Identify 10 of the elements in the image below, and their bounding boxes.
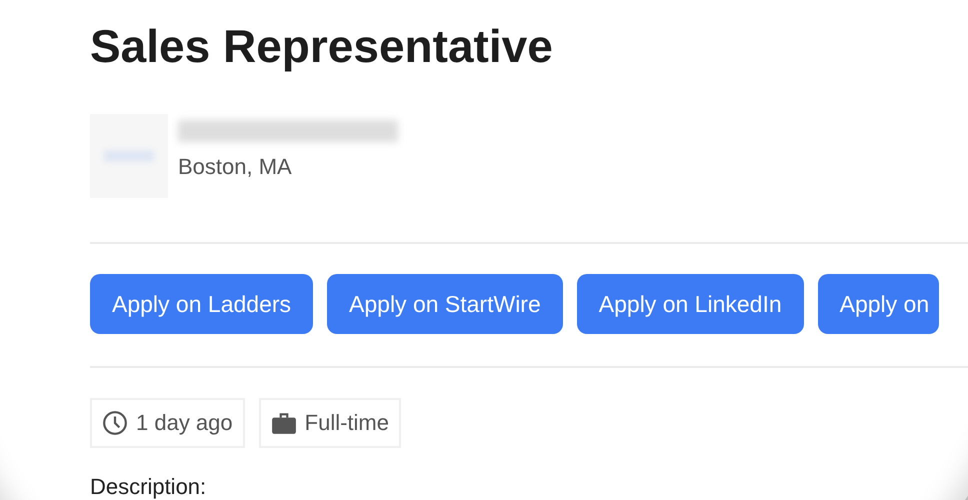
apply-button[interactable]: Apply on StartWire	[327, 274, 563, 334]
job-title: Sales Representative	[90, 19, 554, 74]
description-heading: Description:	[90, 474, 208, 500]
apply-button[interactable]: Apply on	[818, 274, 940, 334]
apply-button[interactable]: Apply on LinkedIn	[576, 274, 804, 334]
apply-button[interactable]: Apply on Ladders	[90, 274, 314, 334]
tag-label: Full-time	[304, 410, 389, 436]
clock-icon	[102, 410, 128, 436]
job-location: Boston, MA	[178, 154, 293, 180]
tag-label: 1 day ago	[136, 410, 233, 436]
